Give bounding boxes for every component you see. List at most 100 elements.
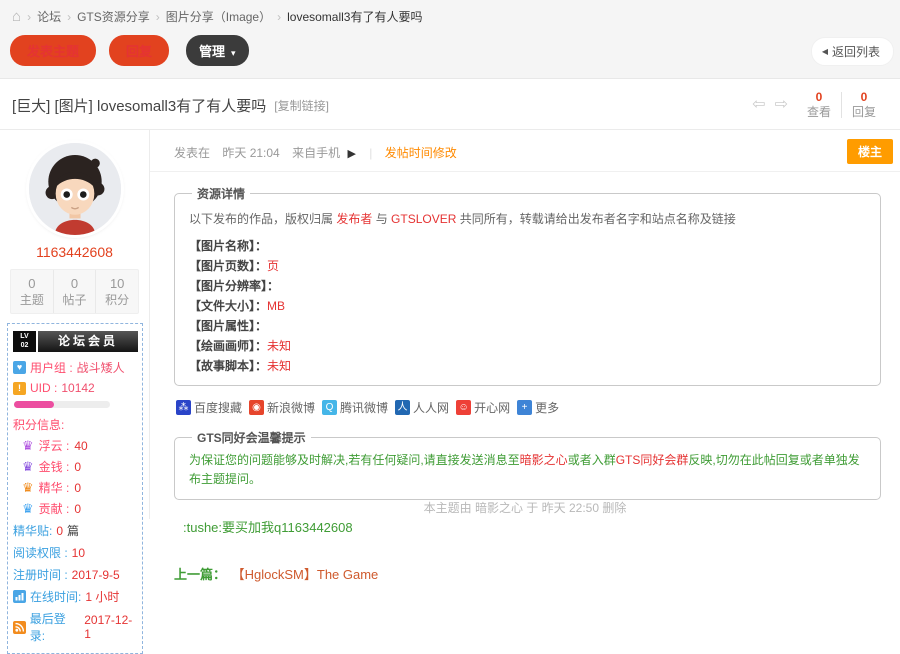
thread-title-bar: [巨大] [图片] lovesomall3有了有人要吗 [复制链接] ⇦ ⇨ 0…: [0, 79, 900, 130]
notice-text: 或者入群: [568, 453, 616, 467]
prev-thread-link[interactable]: 【HglockSM】The Game: [232, 567, 379, 582]
stat-posts[interactable]: 0 帖子: [53, 270, 96, 313]
copy-link-button[interactable]: [复制链接]: [274, 97, 329, 114]
share-more[interactable]: +更多: [517, 399, 559, 416]
copyright-text: 与: [372, 212, 391, 226]
field-artist: 【绘画画师】：未知: [189, 337, 866, 355]
stat-threads[interactable]: 0 主题: [11, 270, 53, 313]
credit-money-value: 0: [74, 460, 81, 474]
stat-posts-value: 0: [54, 276, 96, 291]
crown-icon: ♛: [22, 460, 34, 473]
field-label: 【故事脚本】：: [189, 359, 267, 373]
breadcrumb-item-section[interactable]: GTS资源分享: [77, 8, 150, 25]
post-body: 发表在 昨天 21:04 来自手机 ▶ | 发帖时间修改 楼主 资源详情 以下发…: [150, 130, 900, 519]
baidu-paw-icon: ⁂: [176, 400, 191, 415]
credit-contribution-value: 0: [74, 502, 81, 516]
new-thread-button[interactable]: 发表主题: [10, 35, 96, 66]
breadcrumb-item-subforum[interactable]: 图片分享（Image）: [166, 8, 271, 25]
stat-threads-label: 主题: [20, 293, 44, 307]
credit-cloud-label: 浮云 :: [39, 437, 70, 454]
essence-posts-label: 精华贴:: [13, 522, 52, 539]
field-image-resolution: 【图片分辨率】：: [189, 277, 866, 295]
field-value: MB: [267, 299, 285, 313]
forum-thread-page: ⌂ › 论坛 › GTS资源分享 › 图片分享（Image） › lovesom…: [0, 0, 900, 519]
next-page-arrow-icon[interactable]: ⇨: [775, 97, 788, 113]
reply-button[interactable]: 回复: [109, 35, 169, 66]
credits-info-title: 积分信息:: [13, 416, 138, 433]
share-baidu-collect[interactable]: ⁂百度搜藏: [176, 399, 242, 416]
share-label: 开心网: [474, 399, 510, 416]
credit-row-money: ♛ 金钱 : 0: [22, 458, 138, 475]
author-username-link[interactable]: 1163442608: [36, 244, 113, 260]
breadcrumb: ⌂ › 论坛 › GTS资源分享 › 图片分享（Image） › lovesom…: [0, 0, 900, 28]
resource-details-legend: 资源详情: [192, 185, 250, 202]
share-tencent-weibo[interactable]: Q腾讯微博: [322, 399, 388, 416]
stat-credits[interactable]: 10 积分: [95, 270, 138, 313]
user-group-label: 用户组 :: [30, 359, 73, 376]
credit-money-label: 金钱 :: [39, 458, 70, 475]
uid-value: 10142: [61, 381, 94, 395]
field-label: 【图片分辨率】：: [189, 279, 279, 293]
online-time-label: 在线时间:: [30, 588, 81, 605]
crown-icon: ♛: [22, 502, 34, 515]
post-message: :tushe:要买加我q1163442608: [183, 517, 886, 536]
from-mobile-arrow-icon: ▶: [347, 148, 355, 160]
action-button-row: 发表主题 回复 管理▾: [0, 28, 900, 78]
publisher-highlight: 发布者: [336, 212, 372, 226]
counts-divider: [841, 92, 842, 118]
level-progress-bar: [14, 401, 110, 408]
plus-icon: +: [517, 400, 532, 415]
read-permission-label: 阅读权限 :: [13, 544, 68, 561]
credit-row-cloud: ♛ 浮云 : 40: [22, 437, 138, 454]
site-name-highlight: GTSLOVER: [391, 212, 456, 226]
prev-thread-row: 上一篇： 【HglockSM】The Game: [174, 564, 886, 583]
stat-credits-label: 积分: [105, 293, 129, 307]
field-value: 页: [267, 259, 279, 273]
user-group-value: 战斗矮人: [77, 359, 125, 376]
from-mobile-label[interactable]: 来自手机: [292, 146, 340, 160]
share-label: 百度搜藏: [194, 399, 242, 416]
share-label: 腾讯微博: [340, 399, 388, 416]
level-badge-icon: LV 02: [13, 331, 36, 352]
register-time-label: 注册时间 :: [13, 566, 68, 583]
avatar[interactable]: [29, 143, 121, 235]
manage-button[interactable]: 管理▾: [186, 35, 249, 66]
back-to-list-button[interactable]: ◀ 返回列表: [811, 37, 894, 66]
notice-text: 为保证您的问题能够及时解决,若有任何疑问,请直接发送消息至: [189, 453, 520, 467]
bar-chart-icon: [13, 590, 26, 603]
prev-thread-label: 上一篇：: [174, 567, 226, 582]
credit-row-contribution: ♛ 贡献 : 0: [22, 500, 138, 517]
breadcrumb-separator: ›: [156, 10, 160, 24]
thread-title-text: lovesomall3有了有人要吗: [97, 98, 266, 115]
field-image-pages: 【图片页数】：页: [189, 257, 866, 275]
stat-credits-value: 10: [96, 276, 138, 291]
crown-icon: ♛: [22, 439, 34, 452]
uid-badge-icon: !: [13, 382, 26, 395]
edit-post-time-link[interactable]: 发帖时间修改: [385, 146, 457, 160]
share-renren[interactable]: 人人人网: [395, 399, 449, 416]
views-count: 0: [816, 90, 823, 105]
breadcrumb-separator: ›: [277, 10, 281, 24]
share-label: 新浪微博: [267, 399, 315, 416]
uid-row: ! UID : 10142: [13, 381, 138, 395]
thread-title: [巨大] [图片] lovesomall3有了有人要吗: [12, 95, 266, 116]
detail-row-read-permission: 阅读权限 : 10: [13, 544, 138, 561]
field-label: 【图片属性】：: [189, 319, 267, 333]
group-name-highlight: GTS同好会群: [616, 453, 689, 467]
share-kaixin[interactable]: ☺开心网: [456, 399, 510, 416]
online-time-value: 1 小时: [85, 588, 119, 605]
breadcrumb-separator: ›: [67, 10, 71, 24]
renren-icon: 人: [395, 400, 410, 415]
replies-label: 回复: [852, 105, 876, 120]
level-badge-line1: LV: [20, 333, 28, 341]
tencent-weibo-icon: Q: [322, 400, 337, 415]
group-notice-box: GTS同好会温馨提示 为保证您的问题能够及时解决,若有任何疑问,请直接发送消息至…: [174, 429, 881, 500]
level-progress-fill: [14, 401, 54, 408]
home-icon[interactable]: ⌂: [12, 9, 21, 24]
prev-page-arrow-icon[interactable]: ⇦: [752, 97, 765, 113]
user-group-row: ♥ 用户组 : 战斗矮人: [13, 359, 138, 376]
share-sina-weibo[interactable]: ◉新浪微博: [249, 399, 315, 416]
avatar-boy-image: [29, 143, 121, 235]
replies-counter: 0 回复: [852, 90, 876, 120]
breadcrumb-item-forum[interactable]: 论坛: [37, 8, 61, 25]
